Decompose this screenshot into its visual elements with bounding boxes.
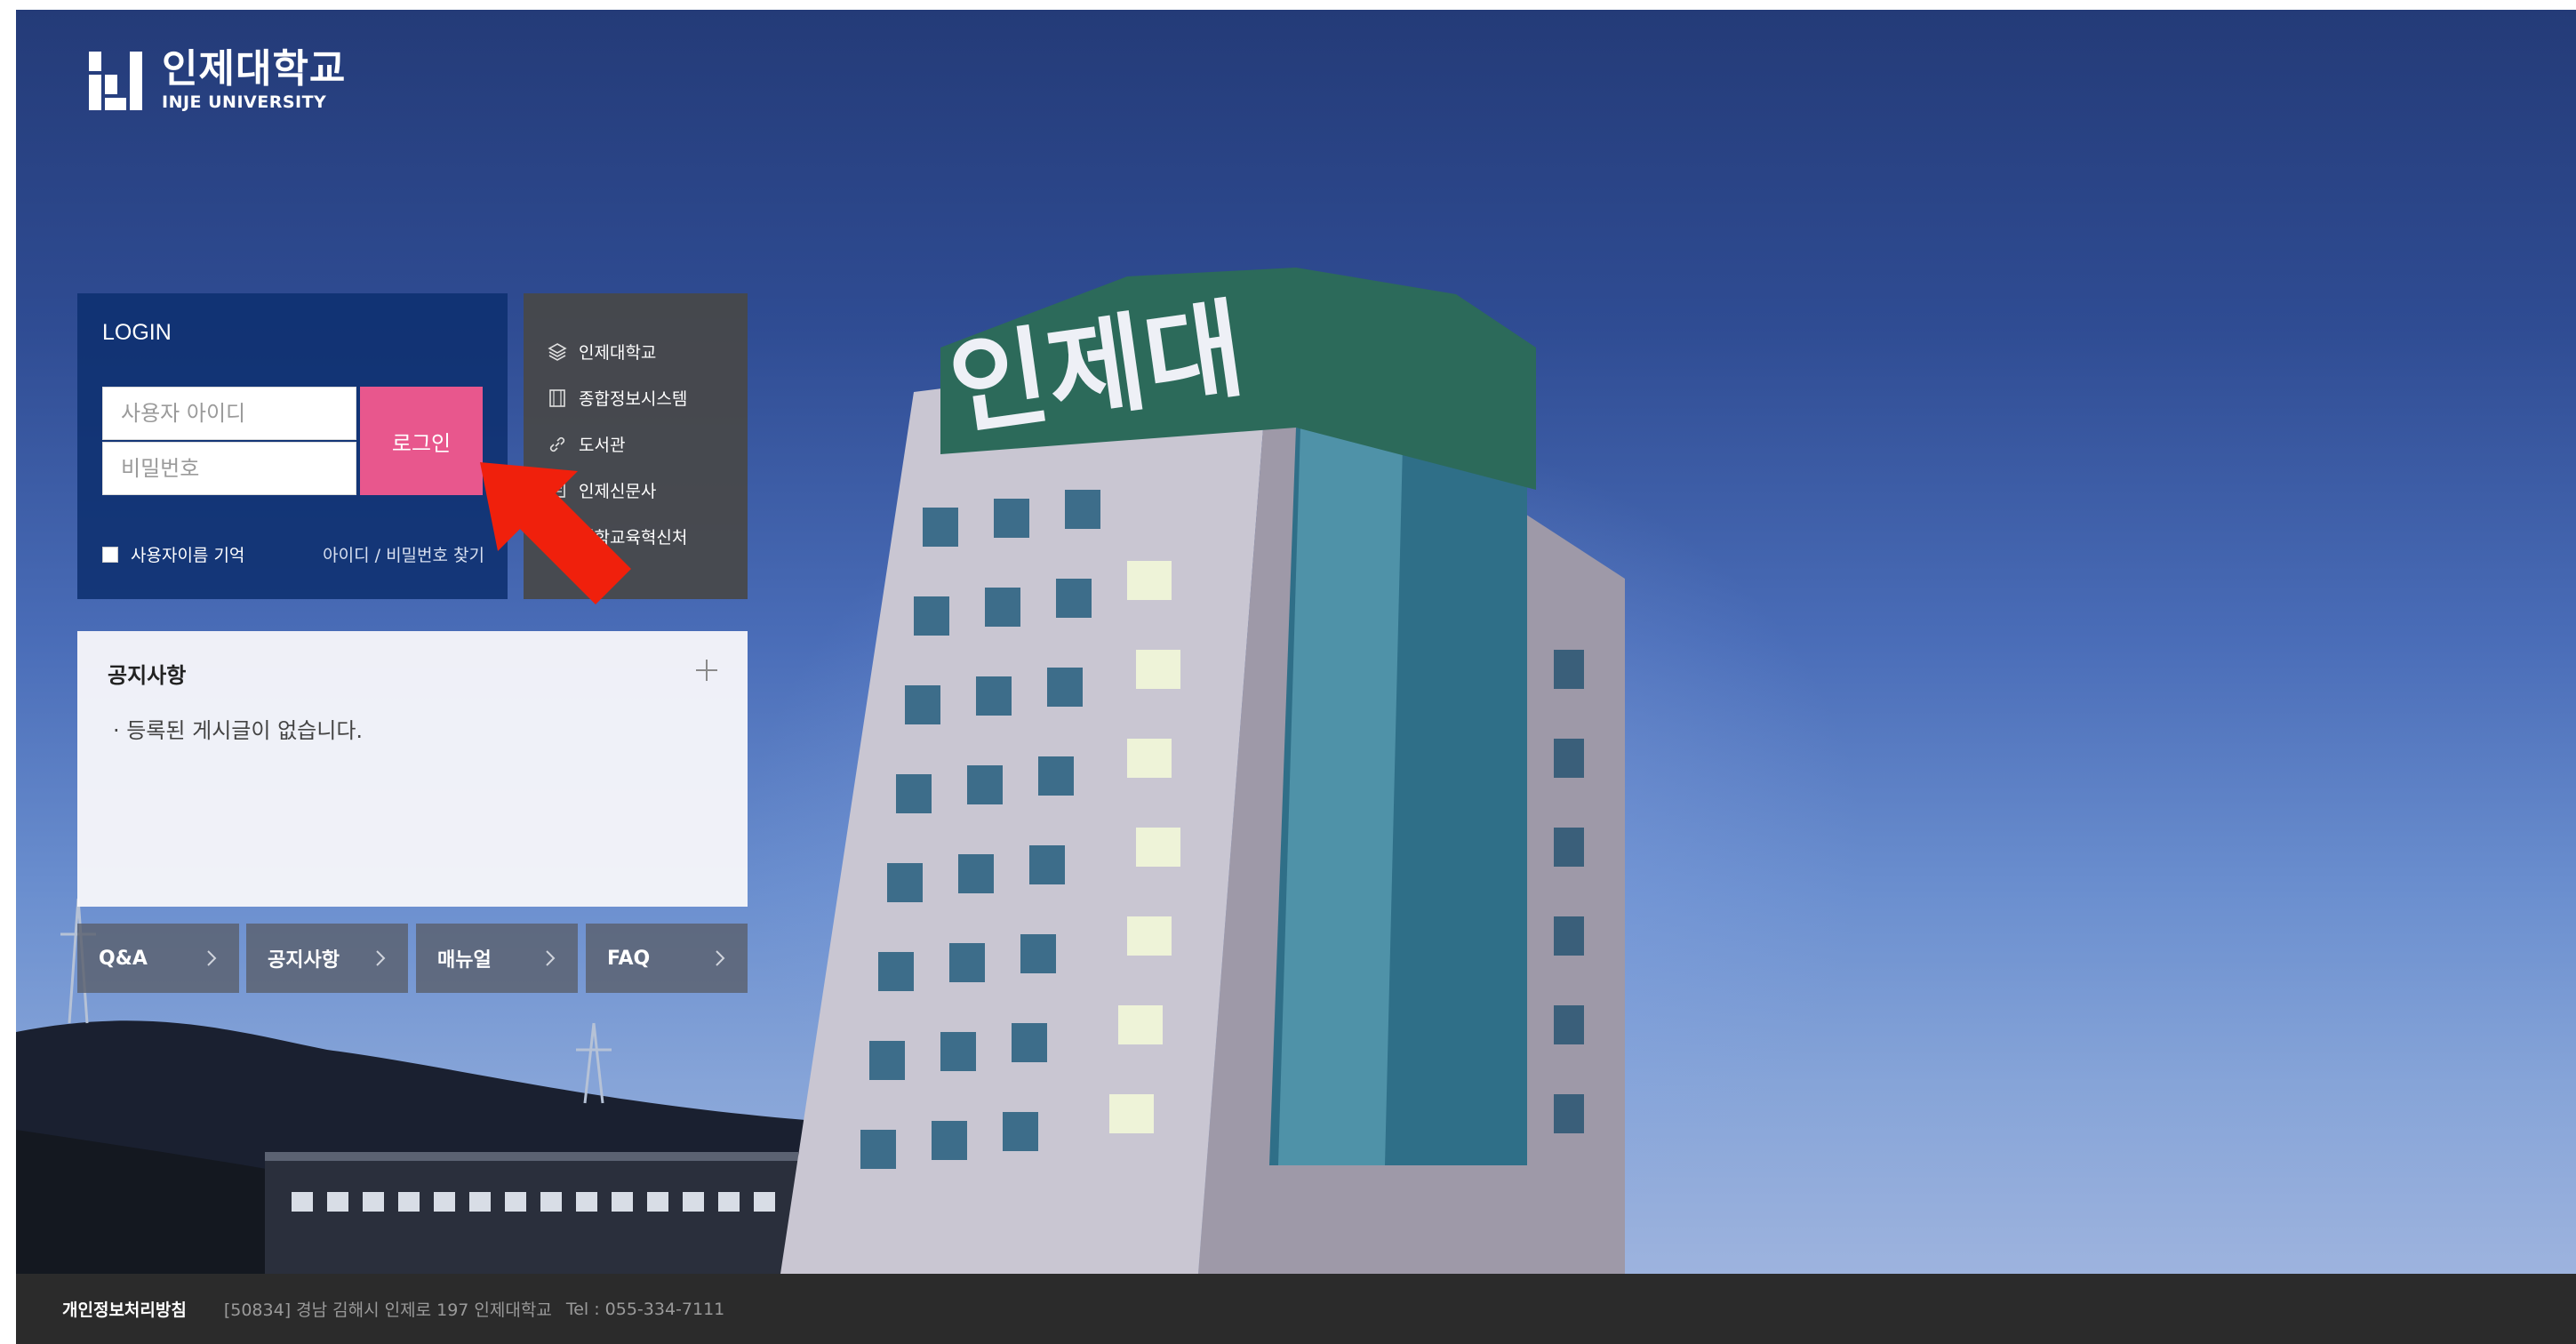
logo-korean-name: 인제대학교 <box>162 46 347 92</box>
faq-button[interactable]: FAQ <box>586 924 748 993</box>
logo-english-name: INJE UNIVERSITY <box>162 92 327 112</box>
notice-title: 공지사항 <box>108 663 187 688</box>
login-title: LOGIN <box>102 320 172 345</box>
qna-button[interactable]: Q&A <box>77 924 239 993</box>
remember-label: 사용자이름 기억 <box>131 546 245 565</box>
notice-panel: 공지사항 · 등록된 게시글이 없습니다. <box>77 631 748 907</box>
user-id-input[interactable] <box>102 387 356 440</box>
quick-link-label: 종합정보시스템 <box>579 389 688 409</box>
remember-username[interactable]: 사용자이름 기억 <box>102 542 244 566</box>
quick-link-info-system[interactable]: 종합정보시스템 <box>547 386 687 410</box>
red-arrow-annotation <box>480 462 631 604</box>
find-id-password-link[interactable]: 아이디 / 비밀번호 찾기 <box>323 542 484 566</box>
tile-label: 공지사항 <box>268 949 340 972</box>
chevron-right-icon <box>207 950 217 966</box>
manual-button[interactable]: 매뉴얼 <box>416 924 578 993</box>
login-panel: LOGIN 로그인 사용자이름 기억 아이디 / 비밀번호 찾기 <box>77 293 508 599</box>
footer-address: [50834] 경남 김해시 인제로 197 인제대학교 <box>223 1300 552 1320</box>
film-icon <box>547 388 568 409</box>
footer: 개인정보처리방침 [50834] 경남 김해시 인제로 197 인제대학교 Te… <box>16 1274 2576 1344</box>
tile-label: 매뉴얼 <box>437 949 492 972</box>
plus-icon[interactable] <box>694 658 719 683</box>
password-input[interactable] <box>102 442 356 495</box>
chevron-right-icon <box>376 950 386 966</box>
privacy-policy-link[interactable]: 개인정보처리방침 <box>62 1297 187 1321</box>
inje-university-logo[interactable]: 인제대학교 INJE UNIVERSITY <box>89 50 346 111</box>
screen: 인제대 인제대학교 INJE UNIVERSITY LOGIN 로그인 사용자이… <box>0 0 2576 1344</box>
chevron-right-icon <box>716 950 725 966</box>
notice-tile-button[interactable]: 공지사항 <box>246 924 408 993</box>
quick-link-inje-university[interactable]: 인제대학교 <box>547 340 656 364</box>
layers-icon <box>547 341 568 363</box>
tile-label: Q&A <box>99 947 148 970</box>
remember-checkbox[interactable] <box>102 546 118 563</box>
quick-link-label: 인제대학교 <box>579 343 657 363</box>
notice-empty-message: · 등록된 게시글이 없습니다. <box>113 718 364 743</box>
footer-telephone: Tel : 055-334-7111 <box>565 1299 725 1319</box>
tile-label: FAQ <box>607 947 651 970</box>
chevron-right-icon <box>546 950 556 966</box>
university-emblem-icon <box>89 51 148 110</box>
